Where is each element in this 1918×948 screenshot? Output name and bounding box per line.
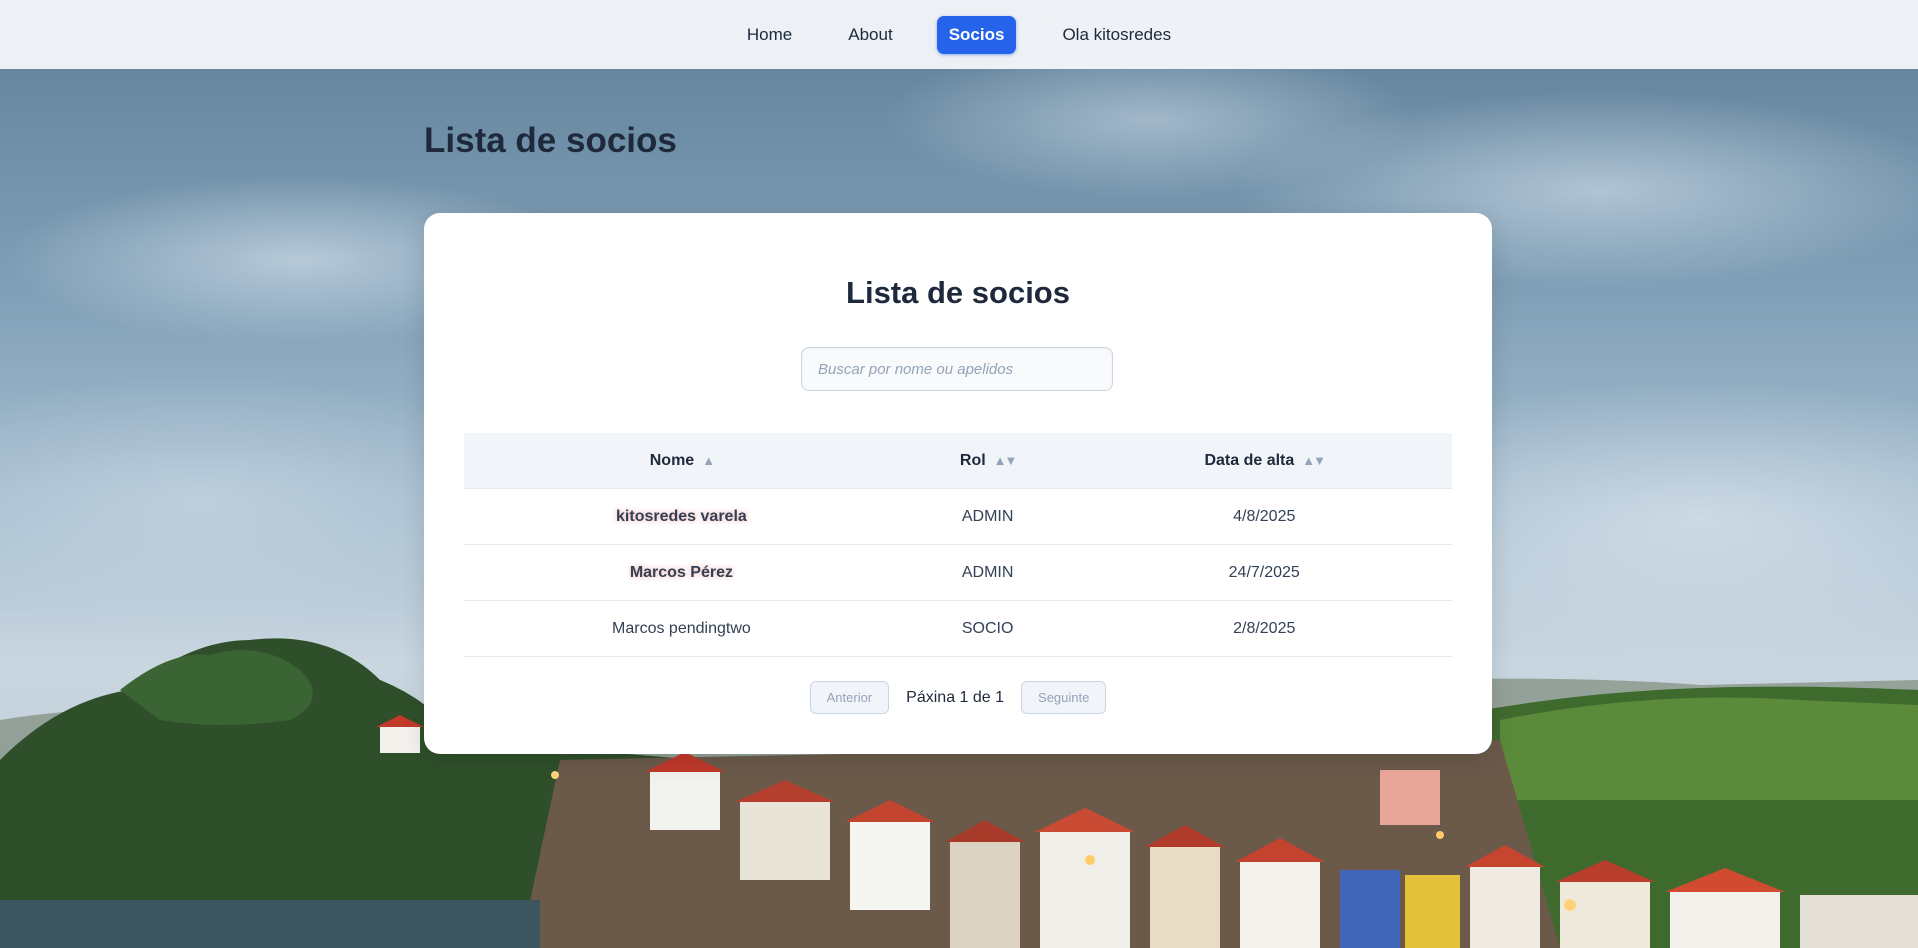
cell-rol: ADMIN <box>898 544 1077 601</box>
members-table: Nome ▲ Rol ▲▼ Data de alta ▲▼ kitosredes va… <box>464 433 1452 657</box>
cell-data: 2/8/2025 <box>1076 600 1452 657</box>
top-nav: Home About Socios Ola kitosredes <box>0 0 1918 69</box>
table-header-row: Nome ▲ Rol ▲▼ Data de alta ▲▼ <box>464 433 1452 489</box>
cell-rol: ADMIN <box>898 488 1077 545</box>
sort-asc-icon[interactable]: ▲ <box>702 453 715 468</box>
members-card: Lista de socios Nome ▲ Rol ▲▼ Data de alta… <box>424 213 1492 754</box>
card-title: Lista de socios <box>846 275 1070 310</box>
table-row[interactable]: Marcos pendingtwo SOCIO 2/8/2025 <box>464 600 1452 657</box>
cell-nome: Marcos pendingtwo <box>464 600 899 657</box>
column-header-data[interactable]: Data de alta ▲▼ <box>1076 433 1452 489</box>
cell-data: 4/8/2025 <box>1076 488 1452 545</box>
pagination: Anterior Páxina 1 de 1 Seguinte <box>424 681 1492 714</box>
nav-socios[interactable]: Socios <box>936 15 1017 54</box>
table-row[interactable]: Marcos Pérez ADMIN 24/7/2025 <box>464 544 1452 601</box>
column-label: Data de alta <box>1204 451 1295 469</box>
column-label: Nome <box>649 451 695 469</box>
nav-user-greeting[interactable]: Ola kitosredes <box>1050 15 1184 54</box>
sort-both-icon[interactable]: ▲▼ <box>994 453 1018 468</box>
page-title: Lista de socios <box>424 121 677 160</box>
cell-nome: kitosredes varela <box>464 488 899 545</box>
next-page-button[interactable]: Seguinte <box>1021 681 1107 714</box>
search-input[interactable] <box>801 347 1113 391</box>
nav-about[interactable]: About <box>836 16 904 54</box>
table-row[interactable]: kitosredes varela ADMIN 4/8/2025 <box>464 488 1452 545</box>
sort-both-icon[interactable]: ▲▼ <box>1302 453 1326 468</box>
prev-page-button[interactable]: Anterior <box>809 681 890 714</box>
cell-rol: SOCIO <box>898 600 1077 657</box>
column-header-rol[interactable]: Rol ▲▼ <box>898 433 1077 489</box>
page-info: Páxina 1 de 1 <box>906 688 1005 706</box>
cell-nome: Marcos Pérez <box>464 544 899 601</box>
column-label: Rol <box>959 451 986 469</box>
column-header-nome[interactable]: Nome ▲ <box>464 433 899 489</box>
nav-home[interactable]: Home <box>735 16 804 54</box>
cell-data: 24/7/2025 <box>1076 544 1452 601</box>
